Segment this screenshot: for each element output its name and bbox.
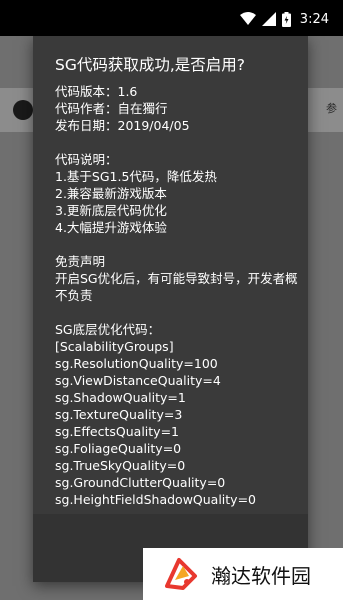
dialog-title: SG代码获取成功,是否启用?: [55, 56, 246, 74]
status-bar: 3:24: [0, 0, 343, 36]
watermark-text: 瀚达软件园: [211, 563, 311, 588]
dialog-body[interactable]: 代码版本：1.6 代码作者：自在獨行 发布日期：2019/04/05 代码说明：…: [55, 83, 300, 508]
background-row-text: 参: [326, 102, 337, 115]
wifi-icon: [239, 12, 256, 25]
avatar: [13, 100, 33, 120]
battery-charging-icon: [281, 11, 291, 27]
signal-icon: [261, 12, 276, 26]
watermark-logo-icon: [165, 558, 197, 590]
dialog-message: 代码版本：1.6 代码作者：自在獨行 发布日期：2019/04/05 代码说明：…: [55, 84, 298, 507]
status-time: 3:24: [299, 11, 329, 27]
watermark: 瀚达软件园: [143, 548, 343, 600]
confirm-dialog: SG代码获取成功,是否启用? 代码版本：1.6 代码作者：自在獨行 发布日期：2…: [33, 36, 308, 582]
status-icons: 3:24: [239, 10, 329, 28]
